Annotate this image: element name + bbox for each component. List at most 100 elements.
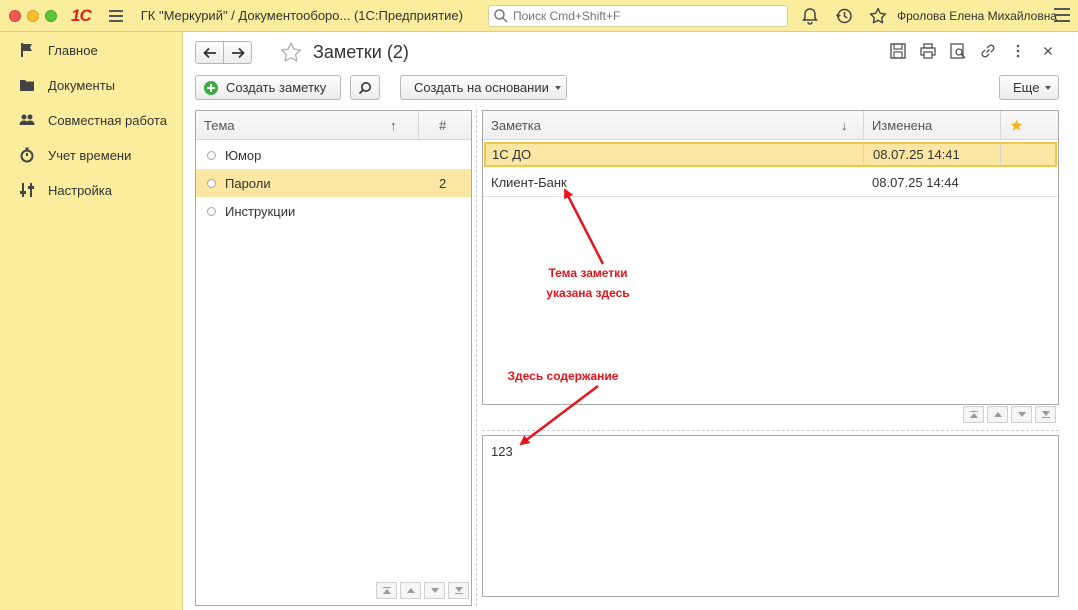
sidebar: Главное Документы Совместная работа Учет… — [0, 32, 183, 610]
topic-name: Пароли — [225, 175, 271, 191]
note-changed: 08.07.25 14:41 — [873, 147, 960, 162]
note-changed: 08.07.25 14:44 — [872, 175, 959, 190]
sidebar-item-label: Совместная работа — [48, 112, 167, 128]
topic-count: 2 — [439, 175, 447, 191]
table-scroll-controls — [376, 582, 469, 599]
annotation-topic-line2: указана здесь — [546, 286, 630, 300]
scroll-up-button[interactable] — [987, 406, 1008, 423]
add-icon — [204, 80, 218, 95]
note-name: 1С ДО — [492, 147, 532, 162]
scroll-top-button[interactable] — [963, 406, 984, 423]
history-icon[interactable] — [834, 6, 854, 26]
row-marker-icon — [207, 151, 216, 160]
search-input[interactable] — [513, 9, 773, 23]
table-row[interactable]: 1С ДО 08.07.25 14:41 — [484, 142, 1057, 167]
scroll-top-button[interactable] — [376, 582, 397, 599]
sort-asc-icon[interactable]: ↑ — [390, 111, 397, 140]
app-title: ГК "Меркурий" / Документооборо... (1С:Пр… — [140, 8, 463, 23]
sort-desc-icon[interactable]: ↓ — [841, 111, 848, 140]
more-label: Еще — [1013, 80, 1040, 95]
annotation-topic-line1: Тема заметки — [548, 266, 628, 280]
sidebar-item-main[interactable]: Главное — [0, 33, 183, 67]
vertical-splitter[interactable] — [476, 110, 477, 606]
sliders-icon — [20, 183, 34, 197]
more-button[interactable]: Еще — [999, 75, 1059, 100]
link-icon[interactable] — [979, 42, 997, 60]
table-row[interactable]: Юмор — [196, 141, 471, 169]
sidebar-item-settings[interactable]: Настройка — [0, 173, 183, 207]
bell-icon[interactable] — [800, 6, 820, 26]
sidebar-item-documents[interactable]: Документы — [0, 68, 183, 102]
table-row[interactable]: Пароли 2 — [196, 169, 471, 197]
main-menu-icon[interactable] — [108, 9, 123, 22]
folder-icon — [20, 80, 34, 91]
close-icon[interactable] — [1039, 42, 1057, 60]
preview-icon[interactable] — [949, 42, 967, 60]
notes-table: Заметка ↓ Изменена 1С ДО 08.07.25 14:41 … — [482, 110, 1059, 405]
title-bar: 1С ГК "Меркурий" / Документооборо... (1С… — [0, 0, 1078, 32]
global-search[interactable] — [488, 5, 788, 27]
main-content: Заметки (2) Создать заметку Создать на о… — [184, 32, 1078, 610]
more-vertical-icon[interactable] — [1009, 42, 1027, 60]
minimize-window-button[interactable] — [27, 9, 39, 22]
column-divider — [1000, 144, 1001, 165]
table-row[interactable]: Инструкции — [196, 197, 471, 225]
table-row[interactable]: Клиент-Банк 08.07.25 14:44 — [483, 169, 1058, 197]
close-window-button[interactable] — [9, 9, 21, 22]
column-divider — [1000, 111, 1001, 139]
forward-button[interactable] — [223, 42, 251, 63]
page-title: Заметки (2) — [313, 42, 409, 62]
column-divider — [418, 111, 419, 139]
note-content-text: 123 — [491, 444, 513, 459]
create-note-label: Создать заметку — [226, 80, 327, 95]
notes-scroll-controls — [963, 406, 1056, 423]
stopwatch-icon — [20, 147, 34, 163]
star-icon[interactable] — [868, 6, 888, 26]
create-based-on-button[interactable]: Создать на основании — [400, 75, 567, 100]
table-header: Заметка ↓ Изменена — [483, 111, 1058, 140]
sidebar-item-label: Документы — [48, 77, 116, 93]
search-icon — [494, 9, 508, 23]
chevron-down-icon — [1045, 85, 1052, 90]
scroll-bottom-button[interactable] — [1035, 406, 1056, 423]
sidebar-item-collaboration[interactable]: Совместная работа — [0, 103, 183, 137]
favorite-star-icon[interactable] — [279, 41, 303, 65]
current-user[interactable]: Фролова Елена Михайловна — [897, 9, 1057, 23]
create-based-on-label: Создать на основании — [414, 80, 549, 95]
search-button[interactable] — [350, 75, 380, 100]
column-header-favorite[interactable] — [1010, 111, 1023, 140]
sidebar-item-time-tracking[interactable]: Учет времени — [0, 138, 183, 172]
topic-name: Юмор — [225, 147, 262, 163]
save-icon[interactable] — [889, 42, 907, 60]
table-header: Тема ↑ # — [196, 111, 471, 140]
arrow-left-icon — [202, 47, 216, 58]
star-icon — [1010, 119, 1023, 131]
annotation-content: Здесь содержание — [507, 369, 619, 383]
zoom-window-button[interactable] — [45, 9, 57, 22]
people-icon — [19, 114, 35, 125]
window-controls — [9, 9, 57, 22]
column-header-changed[interactable]: Изменена — [872, 111, 932, 140]
scroll-bottom-button[interactable] — [448, 582, 469, 599]
back-button[interactable] — [196, 42, 223, 63]
column-header-topic[interactable]: Тема — [204, 111, 235, 140]
row-marker-icon — [207, 207, 216, 216]
scroll-down-button[interactable] — [1011, 406, 1032, 423]
flag-icon — [21, 43, 32, 57]
user-menu-icon[interactable] — [1054, 8, 1070, 22]
sidebar-item-label: Главное — [48, 42, 98, 58]
column-header-note[interactable]: Заметка — [491, 111, 541, 140]
chevron-down-icon — [554, 85, 561, 90]
topic-name: Инструкции — [225, 203, 296, 219]
row-marker-icon — [207, 179, 216, 188]
create-note-button[interactable]: Создать заметку — [195, 75, 341, 100]
app-logo: 1С — [71, 5, 92, 25]
column-divider — [863, 144, 864, 165]
horizontal-splitter[interactable] — [482, 430, 1059, 431]
note-content-area[interactable]: 123 — [482, 435, 1059, 597]
scroll-up-button[interactable] — [400, 582, 421, 599]
scroll-down-button[interactable] — [424, 582, 445, 599]
print-icon[interactable] — [919, 42, 937, 60]
search-icon — [358, 81, 371, 94]
column-header-count[interactable]: # — [439, 111, 446, 140]
